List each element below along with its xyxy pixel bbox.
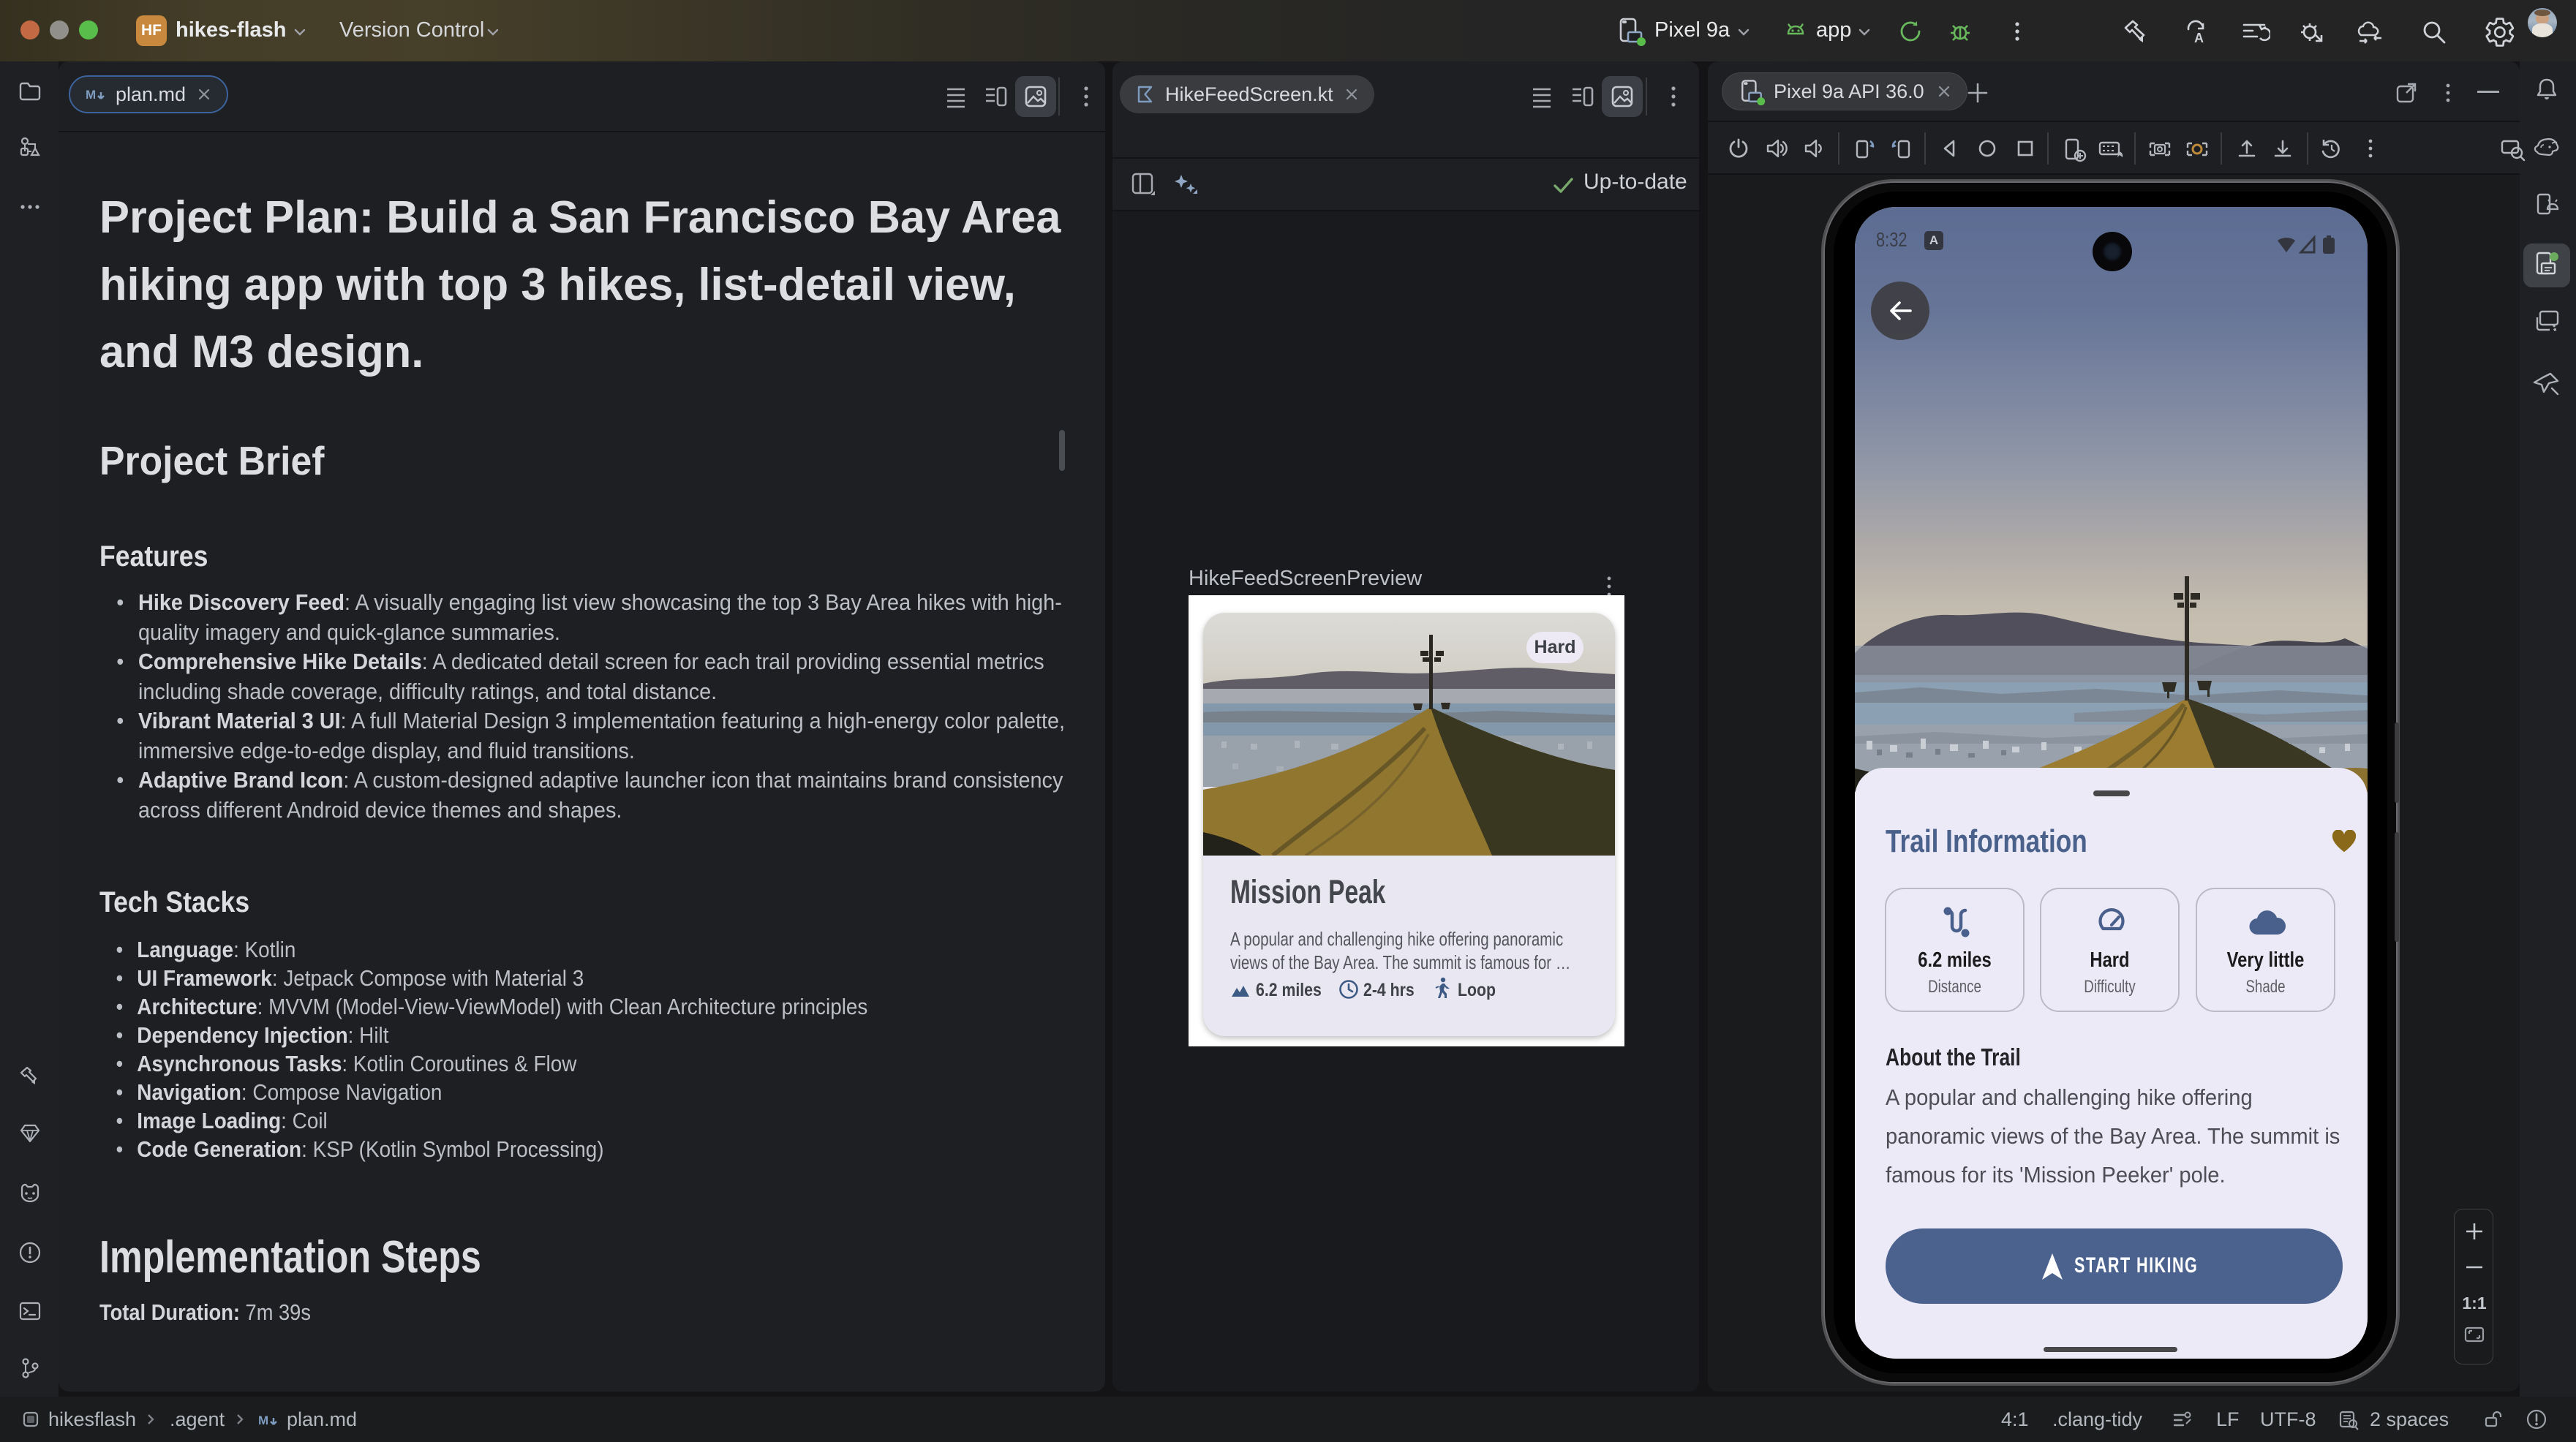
svg-text:M: M bbox=[86, 88, 96, 102]
svg-text:A: A bbox=[2194, 31, 2204, 45]
svg-text:M: M bbox=[258, 1413, 268, 1427]
